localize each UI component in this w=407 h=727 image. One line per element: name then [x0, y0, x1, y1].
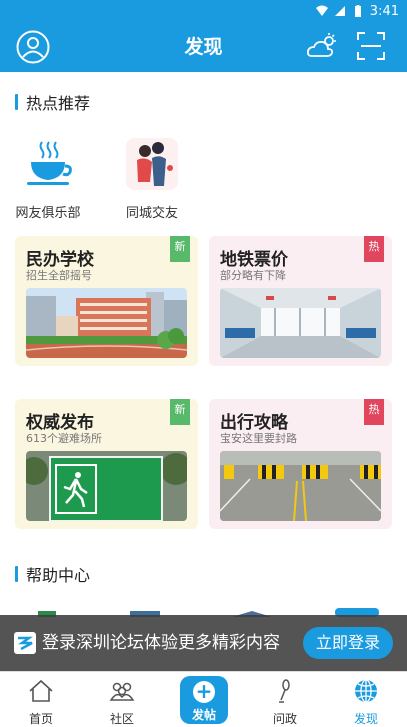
new-badge: 新 — [170, 399, 190, 425]
card-travel-guide[interactable]: 出行攻略 宝安这里要封路 热 — [209, 399, 392, 529]
home-icon — [29, 679, 53, 702]
login-banner-message: 登录深圳论坛体验更多精彩内容 — [42, 633, 280, 653]
help-section-title: 帮助中心 — [15, 564, 91, 585]
post-button[interactable]: + 发帖 — [180, 676, 228, 724]
login-button[interactable]: 立即登录 — [303, 627, 393, 659]
microphone-icon — [279, 679, 290, 703]
hot-section-title: 热点推荐 — [15, 92, 91, 113]
card-metro-fare[interactable]: 地铁票价 部分略有下降 热 — [209, 236, 392, 366]
section-marker — [15, 94, 18, 110]
tab-inquiry[interactable]: 问政 — [244, 672, 326, 726]
coffee-cup-icon — [27, 141, 72, 185]
signal-icon — [334, 6, 345, 16]
metro-carriage-image — [220, 288, 381, 358]
wifi-icon — [315, 5, 328, 16]
tab-home[interactable]: 首页 — [0, 672, 82, 726]
help-section-label: 帮助中心 — [26, 566, 91, 585]
couple-icon — [126, 138, 178, 190]
school-building-image — [26, 288, 187, 358]
weather-icon[interactable] — [306, 32, 338, 60]
card-subtitle: 部分略有下降 — [220, 269, 286, 282]
card-private-school[interactable]: 民办学校 招生全部摇号 新 — [15, 236, 198, 366]
shortcut-label: 同城交友 — [125, 206, 178, 221]
emergency-shelter-sign-image — [26, 451, 187, 521]
tab-discover[interactable]: 发现 — [325, 672, 407, 726]
tab-label: 问政 — [272, 712, 297, 726]
plus-icon: + — [193, 681, 215, 703]
road-closure-image — [220, 451, 381, 521]
post-button-label: 发帖 — [191, 708, 216, 722]
section-marker — [15, 566, 18, 582]
battery-icon — [354, 5, 361, 17]
tab-label: 首页 — [28, 712, 53, 726]
shortcut-local-dating[interactable]: 同城交友 — [107, 138, 197, 221]
shortcut-netizen-club[interactable]: 网友俱乐部 — [3, 138, 93, 221]
new-badge: 新 — [170, 236, 190, 262]
card-subtitle: 613个避难场所 — [26, 432, 102, 445]
globe-icon — [355, 679, 377, 703]
hot-badge: 热 — [364, 236, 384, 262]
card-subtitle: 宝安这里要封路 — [220, 432, 297, 445]
hot-badge: 热 — [364, 399, 384, 425]
status-bar: 3:41 — [0, 0, 407, 22]
scan-icon[interactable] — [356, 31, 386, 61]
tab-community[interactable]: 社区 — [81, 672, 163, 726]
hot-section-label: 热点推荐 — [26, 94, 91, 113]
community-icon — [109, 682, 135, 701]
tab-label: 发现 — [353, 712, 378, 726]
tab-label: 社区 — [109, 712, 134, 726]
page-title: 发现 — [184, 36, 223, 58]
status-time: 3:41 — [369, 3, 399, 19]
card-official-release[interactable]: 权威发布 613个避难场所 新 — [15, 399, 198, 529]
app-bar: 发现 — [0, 22, 407, 72]
forum-logo-icon — [14, 632, 36, 654]
login-banner: 登录深圳论坛体验更多精彩内容 立即登录 — [0, 615, 407, 671]
card-subtitle: 招生全部摇号 — [26, 269, 92, 282]
shortcut-label: 网友俱乐部 — [15, 206, 81, 221]
